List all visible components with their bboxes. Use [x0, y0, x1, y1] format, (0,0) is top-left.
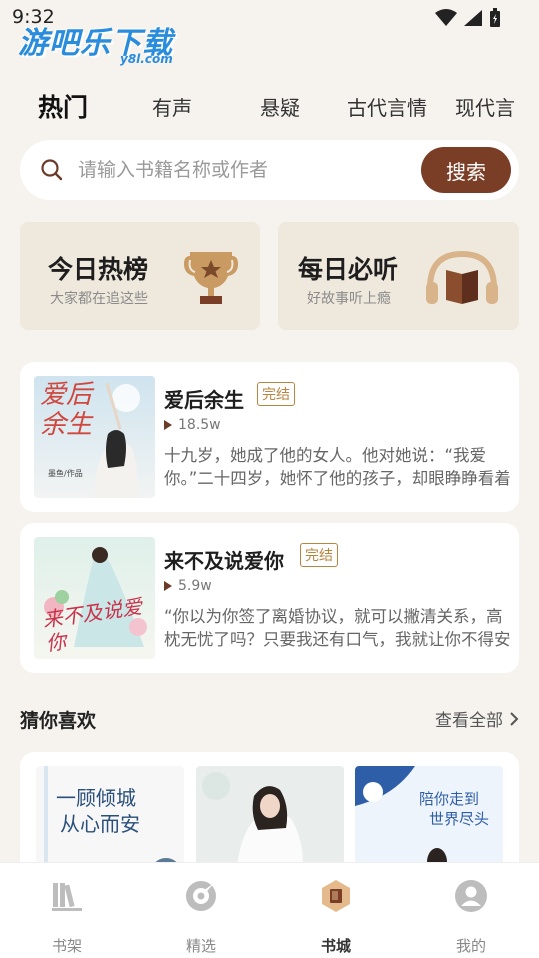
play-icon: [164, 420, 172, 430]
wifi-icon: [435, 9, 457, 26]
profile-icon: [455, 880, 487, 912]
tab-ancient-romance[interactable]: 古代言情: [347, 92, 427, 121]
guess-book-cover[interactable]: [196, 766, 344, 872]
tab-audio[interactable]: 有声: [152, 92, 192, 121]
tab-suspense[interactable]: 悬疑: [260, 92, 300, 121]
view-all-link[interactable]: 查看全部: [435, 706, 519, 731]
book-card[interactable]: 爱后余生 墨鱼/作品 爱后余生 完结 18.5w 十九岁，她成了他的女人。他对她…: [20, 362, 519, 512]
compass-icon: [186, 881, 216, 911]
chevron-right-icon: [510, 711, 519, 726]
status-badge: 完结: [300, 543, 338, 567]
headphones-book-icon: [426, 250, 498, 304]
cover-title-text: 爱后余生: [40, 380, 93, 440]
nav-featured[interactable]: 精选: [151, 873, 251, 955]
guess-book-cover[interactable]: 陪你走到 世界尽头: [355, 766, 503, 872]
guess-cover-text: 陪你走到: [419, 790, 480, 808]
promo-daily-listen[interactable]: 每日必听 好故事听上瘾: [278, 222, 519, 330]
play-count: 18.5w: [164, 417, 221, 433]
book-description: 十九岁，她成了他的女人。他对她说：“我爱你。”二十四岁，她怀了他的孩子，却眼睁睁…: [164, 446, 511, 488]
guess-list: 一顾倾城 从心而安 陪你走到 世界尽头: [20, 752, 519, 872]
tab-modern-romance[interactable]: 现代言: [455, 92, 515, 121]
promo-title: 每日必听: [298, 255, 399, 284]
play-count: 5.9w: [164, 578, 212, 594]
nav-label: 书架: [51, 937, 82, 955]
signal-icon: [464, 10, 482, 26]
tab-hot[interactable]: 热门: [38, 88, 88, 124]
play-count-value: 18.5w: [178, 417, 221, 433]
nav-bookshelf[interactable]: 书架: [17, 873, 117, 955]
guess-cover-text: 一顾倾城: [56, 786, 136, 810]
nav-bookstore[interactable]: 书城: [286, 873, 386, 955]
book-card[interactable]: 来不及说爱你 来不及说爱你 完结 5.9w “你以为你签了离婚协议，就可以撇清关…: [20, 523, 519, 673]
bookshelf-icon: [52, 883, 82, 911]
bottom-nav: 书架 精选 书城 我的: [0, 862, 539, 958]
watermark-sub: y8l.com: [120, 52, 173, 66]
nav-profile[interactable]: 我的: [421, 873, 521, 955]
section-title: 猜你喜欢: [20, 710, 97, 732]
promo-subtitle: 大家都在追这些: [50, 291, 148, 307]
book-cover[interactable]: 来不及说爱你: [34, 537, 155, 659]
book-title: 来不及说爱你: [164, 549, 284, 573]
nav-label: 我的: [455, 937, 486, 955]
search-button[interactable]: 搜索: [421, 147, 511, 193]
book-title: 爱后余生: [164, 388, 244, 412]
guess-cover-text: 从心而安: [60, 812, 140, 836]
search-bar: 搜索: [20, 140, 519, 200]
bookstore-icon: [322, 880, 350, 912]
promo-today-hot[interactable]: 今日热榜 大家都在追这些: [20, 222, 260, 330]
status-badge: 完结: [257, 382, 295, 406]
search-icon: [41, 159, 63, 181]
search-input[interactable]: [78, 154, 408, 186]
book-cover[interactable]: 爱后余生 墨鱼/作品: [34, 376, 155, 498]
battery-icon: [490, 8, 500, 27]
view-all-label: 查看全部: [435, 711, 503, 731]
cover-author-text: 墨鱼/作品: [48, 469, 83, 478]
play-icon: [164, 581, 172, 591]
promo-subtitle: 好故事听上瘾: [307, 291, 391, 307]
promo-title: 今日热榜: [48, 255, 149, 284]
guess-cover-text: 世界尽头: [429, 810, 490, 828]
trophy-icon: [184, 252, 238, 304]
nav-label: 书城: [320, 937, 351, 955]
nav-label: 精选: [185, 937, 216, 955]
book-description: “你以为你签了离婚协议，就可以撇清关系，高枕无忧了吗？只要我还有口气，我就让你不…: [164, 607, 511, 649]
play-count-value: 5.9w: [178, 578, 212, 594]
guess-book-cover[interactable]: 一顾倾城 从心而安: [36, 766, 184, 872]
watermark-logo: 游吧乐下载 y8l.com: [18, 18, 173, 66]
category-tabs: 热门 有声 悬疑 古代言情 现代言: [0, 80, 539, 130]
guess-section-header: 猜你喜欢 查看全部: [20, 704, 519, 734]
guess-cover-art: [196, 766, 344, 872]
status-icons: [435, 8, 501, 28]
